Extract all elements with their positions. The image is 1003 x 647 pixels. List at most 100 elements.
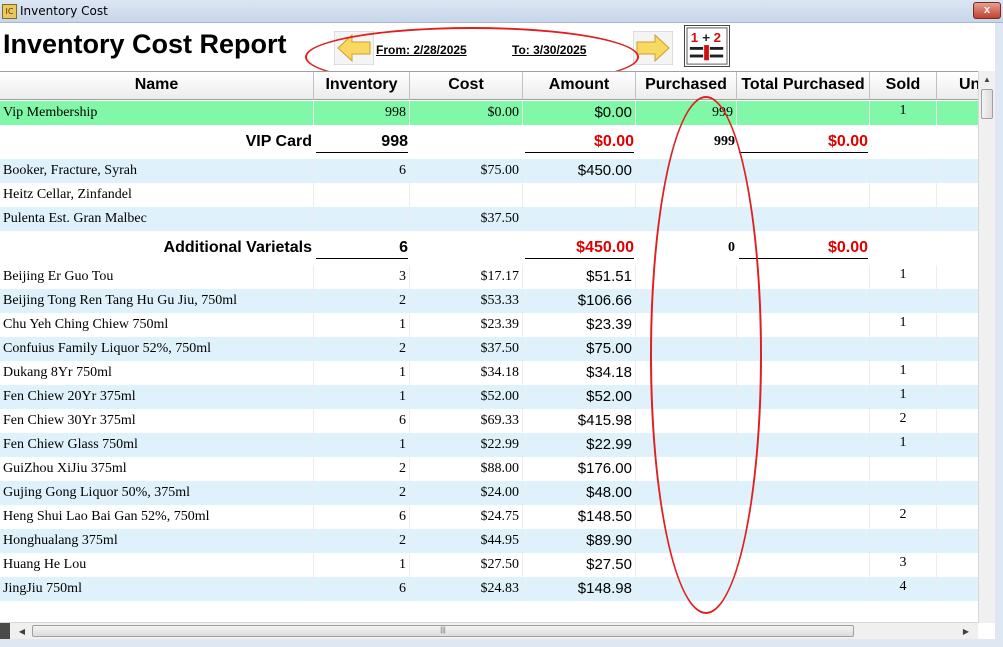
table-row[interactable]: Heng Shui Lao Bai Gan 52%, 750ml 6 $24.75 $…: [0, 505, 978, 529]
table-row[interactable]: Chu Yeh Ching Chiew 750ml 1 $23.39 $23.39 1: [0, 313, 978, 337]
sold-cell: 2: [870, 409, 937, 433]
vertical-scrollbar[interactable]: ▲: [978, 71, 995, 623]
un-cell: [937, 183, 978, 207]
un-cell: [937, 433, 978, 457]
table-row[interactable]: Pulenta Est. Gran Malbec $37.50: [0, 207, 978, 231]
purchased-cell: [636, 433, 737, 457]
column-header-inventory[interactable]: Inventory: [314, 72, 410, 100]
amount-cell: $52.00: [523, 385, 636, 409]
svg-text:1: 1: [691, 30, 699, 45]
un-cell: [937, 289, 978, 313]
inventory-cell: 2: [314, 529, 410, 553]
table-row[interactable]: Vip Membership 998 $0.00 $0.00 999 1: [0, 101, 978, 125]
amount-cell: [523, 207, 636, 231]
table-row[interactable]: Booker, Fracture, Syrah 6 $75.00 $450.00: [0, 159, 978, 183]
sold-cell: 2: [870, 505, 937, 529]
calculator-report-icon[interactable]: 1 + 2: [684, 25, 730, 67]
next-period-arrow-icon[interactable]: [633, 31, 673, 65]
total-purchased-cell: [737, 409, 870, 433]
name-cell: Fen Chiew 20Yr 375ml: [0, 385, 314, 409]
inventory-cell: 1: [314, 385, 410, 409]
horizontal-scrollbar[interactable]: ◀ ||| ▶: [0, 622, 978, 640]
un-cell: [937, 385, 978, 409]
cost-cell: $24.75: [410, 505, 523, 529]
column-header-total-purchased[interactable]: Total Purchased: [737, 72, 870, 100]
name-cell: JingJiu 750ml: [0, 577, 314, 601]
amount-cell: $75.00: [523, 337, 636, 361]
subtotal-row[interactable]: Additional Varietals 6 $450.00 0 $0.00: [0, 231, 978, 265]
sold-cell: [870, 457, 937, 481]
purchased-cell: [636, 553, 737, 577]
subtotal-total-purchased-cell: $0.00: [827, 239, 868, 256]
horizontal-scroll-thumb[interactable]: |||: [32, 625, 854, 637]
column-header-name[interactable]: Name: [0, 72, 314, 100]
amount-cell: $0.00: [523, 101, 636, 125]
table-row[interactable]: Dukang 8Yr 750ml 1 $34.18 $34.18 1: [0, 361, 978, 385]
column-header-amount[interactable]: Amount: [523, 72, 636, 100]
inventory-cell: [314, 207, 410, 231]
table-row[interactable]: Beijing Er Guo Tou 3 $17.17 $51.51 1: [0, 265, 978, 289]
un-cell: [937, 265, 978, 289]
inventory-cell: 2: [314, 457, 410, 481]
purchased-cell: [636, 385, 737, 409]
purchased-cell: [636, 481, 737, 505]
table-row[interactable]: JingJiu 750ml 6 $24.83 $148.98 4: [0, 577, 978, 601]
total-purchased-cell: [737, 529, 870, 553]
name-cell: Huang He Lou: [0, 553, 314, 577]
column-header-un[interactable]: Un: [937, 72, 978, 100]
name-cell: Dukang 8Yr 750ml: [0, 361, 314, 385]
scroll-right-icon[interactable]: ▶: [958, 623, 974, 640]
table-row[interactable]: Fen Chiew 20Yr 375ml 1 $52.00 $52.00 1: [0, 385, 978, 409]
subtotal-row[interactable]: VIP Card 998 $0.00 999 $0.00: [0, 125, 978, 159]
sold-cell: 1: [870, 361, 937, 385]
cost-cell: $23.39: [410, 313, 523, 337]
window-bottom-border: [0, 639, 1003, 647]
table-row[interactable]: Confuius Family Liquor 52%, 750ml 2 $37.50…: [0, 337, 978, 361]
table-row[interactable]: Honghualang 375ml 2 $44.95 $89.90: [0, 529, 978, 553]
scrollbar-edge: [0, 623, 10, 640]
inventory-cell: 3: [314, 265, 410, 289]
un-cell: [937, 577, 978, 601]
cost-cell: $0.00: [410, 101, 523, 125]
cost-cell: $17.17: [410, 265, 523, 289]
table-row[interactable]: Heitz Cellar, Zinfandel: [0, 183, 978, 207]
close-button[interactable]: x: [973, 2, 1001, 19]
subtotal-inventory-cell: 6: [399, 239, 408, 256]
un-cell: [937, 207, 978, 231]
scroll-up-icon[interactable]: ▲: [979, 71, 995, 88]
inventory-cell: [314, 183, 410, 207]
inventory-cell: 1: [314, 553, 410, 577]
vertical-scroll-thumb[interactable]: [981, 89, 993, 119]
cost-cell: $24.83: [410, 577, 523, 601]
window-titlebar: IC Inventory Cost x: [0, 0, 1003, 23]
amount-cell: $106.66: [523, 289, 636, 313]
subtotal-underline: [525, 152, 634, 153]
grid-header-row: Name Inventory Cost Amount Purchased Tot…: [0, 72, 978, 100]
name-cell: Heitz Cellar, Zinfandel: [0, 183, 314, 207]
inventory-cell: 6: [314, 505, 410, 529]
un-cell: [937, 505, 978, 529]
table-row[interactable]: Fen Chiew 30Yr 375ml 6 $69.33 $415.98 2: [0, 409, 978, 433]
column-header-sold[interactable]: Sold: [870, 72, 937, 100]
amount-cell: $51.51: [523, 265, 636, 289]
inventory-cell: 6: [314, 409, 410, 433]
sold-cell: 3: [870, 553, 937, 577]
total-purchased-cell: [737, 265, 870, 289]
total-purchased-cell: [737, 481, 870, 505]
column-header-cost[interactable]: Cost: [410, 72, 523, 100]
total-purchased-cell: [737, 159, 870, 183]
sold-cell: [870, 289, 937, 313]
subtotal-amount-cell: $0.00: [593, 133, 634, 150]
purchased-cell: [636, 289, 737, 313]
table-row[interactable]: GuiZhou XiJiu 375ml 2 $88.00 $176.00: [0, 457, 978, 481]
scroll-left-icon[interactable]: ◀: [14, 623, 30, 640]
amount-cell: $450.00: [523, 159, 636, 183]
table-row[interactable]: Gujing Gong Liquor 50%, 375ml 2 $24.00 $48.…: [0, 481, 978, 505]
total-purchased-cell: [737, 289, 870, 313]
table-row[interactable]: Huang He Lou 1 $27.50 $27.50 3: [0, 553, 978, 577]
amount-cell: $27.50: [523, 553, 636, 577]
table-row[interactable]: Beijing Tong Ren Tang Hu Gu Jiu, 750ml 2 $…: [0, 289, 978, 313]
table-row[interactable]: Fen Chiew Glass 750ml 1 $22.99 $22.99 1: [0, 433, 978, 457]
inventory-cell: 6: [314, 577, 410, 601]
column-header-purchased[interactable]: Purchased: [636, 72, 737, 100]
